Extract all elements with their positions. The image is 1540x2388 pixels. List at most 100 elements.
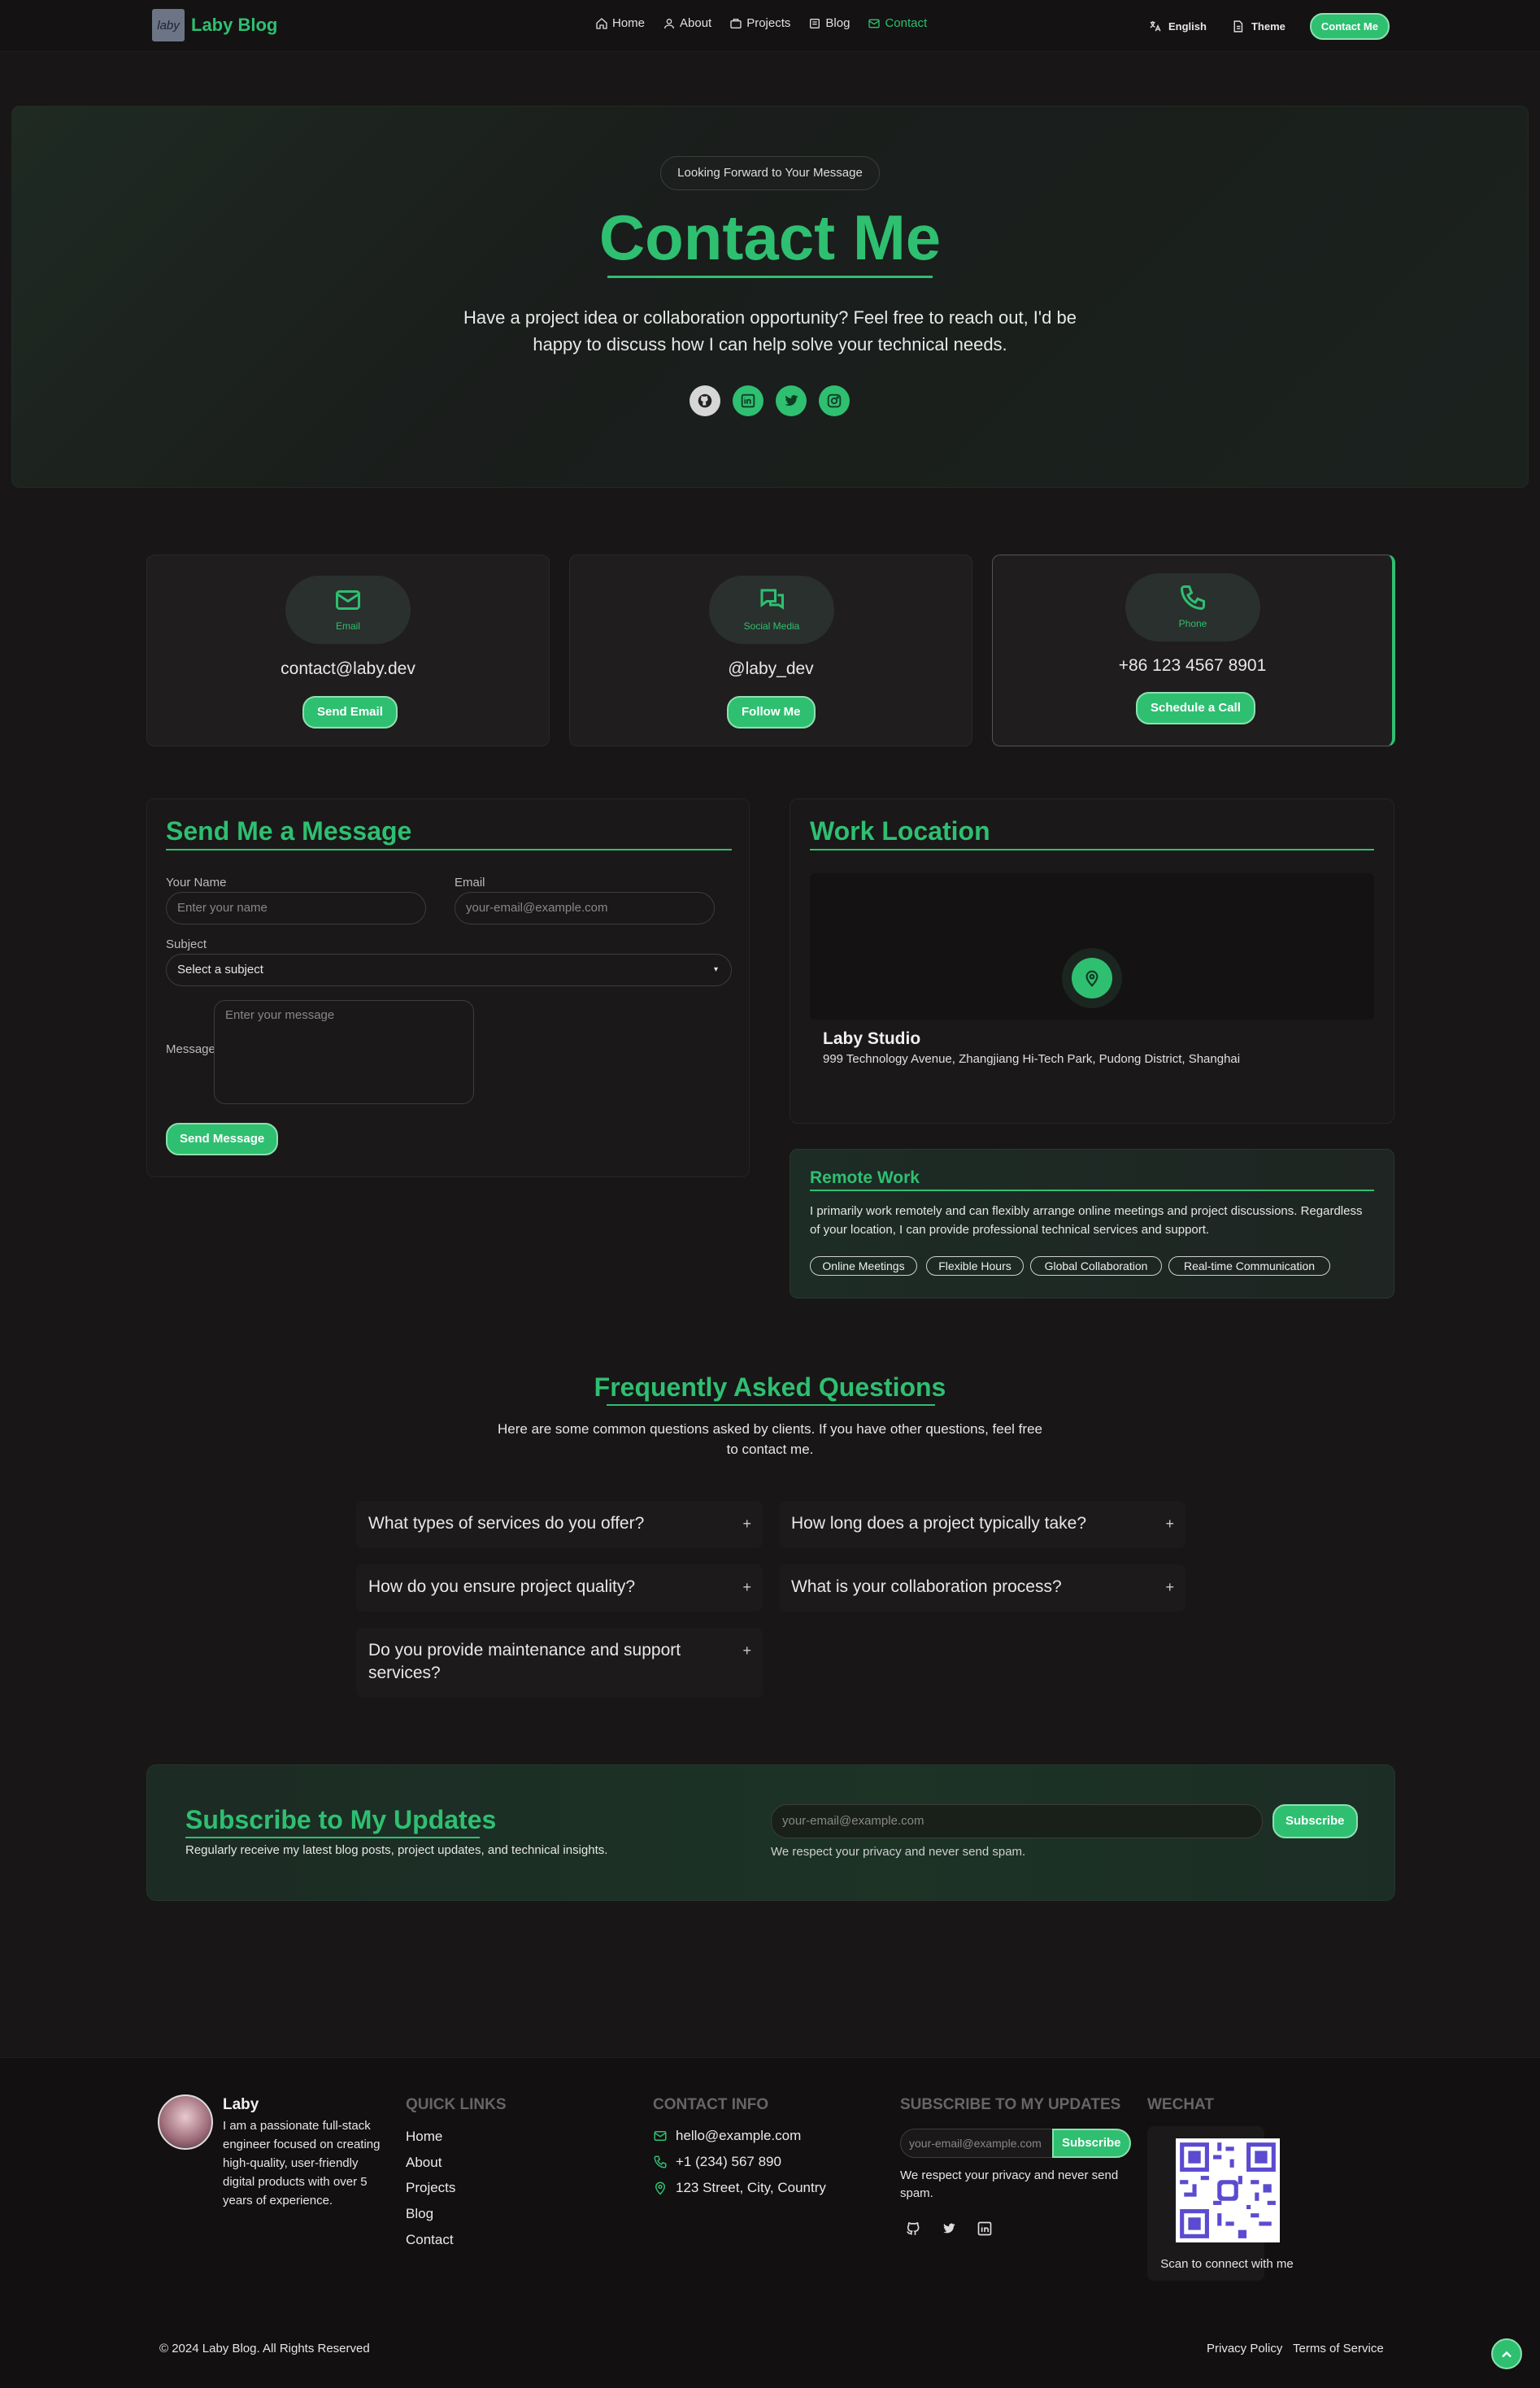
social-card-value: @laby_dev (728, 659, 814, 678)
language-label: English (1168, 20, 1207, 33)
footer-subscribe-input[interactable]: your-email@example.com (900, 2129, 1055, 2158)
wechat-qr-code (1176, 2138, 1280, 2242)
remote-title-underline (810, 1190, 1374, 1191)
footer-email[interactable]: hello@example.com (653, 2128, 801, 2144)
send-email-button[interactable]: Send Email (302, 696, 398, 729)
send-message-button[interactable]: Send Message (166, 1123, 279, 1155)
hero-socials (690, 385, 850, 416)
subject-select-value: Select a subject (177, 963, 263, 977)
message-textarea[interactable]: Enter your message (214, 1000, 474, 1104)
faq-item[interactable]: How long does a project typically take? + (779, 1501, 1185, 1548)
theme-switch[interactable]: Theme (1231, 20, 1286, 33)
faq-question: What is your collaboration process? (791, 1577, 1062, 1596)
subscribe-text: Regularly receive my latest blog posts, … (185, 1843, 608, 1857)
github-icon[interactable] (905, 2221, 921, 2237)
back-to-top-button[interactable] (1491, 2338, 1522, 2369)
contact-form-panel (146, 798, 750, 1177)
subscribe-title-underline (185, 1837, 480, 1838)
location-pin-icon (655, 2181, 666, 2195)
map-pin-icon[interactable] (1072, 958, 1112, 998)
location-title: Work Location (810, 816, 990, 846)
hero-description: Have a project idea or collaboration opp… (463, 307, 1077, 355)
nav-home[interactable]: Home (595, 16, 645, 30)
privacy-link[interactable]: Privacy Policy (1207, 2342, 1282, 2355)
email-input[interactable]: your-email@example.com (455, 892, 715, 924)
footer-email-text: hello@example.com (676, 2128, 802, 2143)
language-switch[interactable]: English (1148, 20, 1207, 33)
nav-contact-label: Contact (885, 16, 928, 30)
faq-item[interactable]: Do you provide maintenance and support s… (356, 1628, 763, 1698)
plus-icon: + (742, 1579, 751, 1595)
chat-bubbles-icon (760, 589, 784, 610)
message-label: Message (166, 1042, 215, 1056)
phone-card: Phone +86 123 4567 8901 Schedule a Call (992, 555, 1395, 746)
chevron-up-icon (1502, 2351, 1512, 2358)
footer-address: 123 Street, City, Country (653, 2180, 826, 2196)
site-logo[interactable]: laby Laby Blog (152, 9, 277, 41)
email-card-label: Email (335, 620, 360, 632)
footer-bio: I am a passionate full-stack engineer fo… (223, 2119, 381, 2207)
follow-me-button[interactable]: Follow Me (727, 696, 816, 729)
contact-info-title: CONTACT INFO (653, 2096, 769, 2113)
contact-me-button[interactable]: Contact Me (1309, 13, 1390, 40)
schedule-call-button[interactable]: Schedule a Call (1136, 692, 1255, 724)
faq-item[interactable]: What types of services do you offer? + (356, 1501, 763, 1548)
location-address: 999 Technology Avenue, Zhangjiang Hi-Tec… (823, 1052, 1241, 1066)
faq-item[interactable]: How do you ensure project quality? + (356, 1564, 763, 1612)
twitter-icon[interactable] (776, 385, 807, 416)
remote-text: I primarily work remotely and can flexib… (810, 1204, 1363, 1237)
form-title: Send Me a Message (166, 816, 412, 846)
linkedin-icon[interactable] (977, 2221, 993, 2237)
mail-icon (868, 19, 881, 28)
title-underline (607, 276, 933, 278)
subject-select[interactable]: Select a subject ▾ (166, 954, 732, 986)
faq-question: How long does a project typically take? (791, 1514, 1087, 1533)
nav-projects[interactable]: Projects (729, 16, 790, 30)
faq-item[interactable]: What is your collaboration process? + (779, 1564, 1185, 1612)
linkedin-icon[interactable] (733, 385, 763, 416)
nav-contact[interactable]: Contact (868, 16, 927, 30)
footer-link-projects[interactable]: Projects (406, 2180, 455, 2196)
phone-card-label: Phone (1178, 618, 1207, 629)
copyright: © 2024 Laby Blog. All Rights Reserved (159, 2342, 370, 2355)
social-card: Social Media @laby_dev Follow Me (569, 555, 972, 746)
social-card-icon-wrap: Social Media (709, 576, 834, 644)
subscribe-email-input[interactable]: your-email@example.com (771, 1804, 1263, 1838)
book-icon (810, 18, 820, 28)
email-card-icon-wrap: Email (285, 576, 411, 644)
instagram-icon[interactable] (819, 385, 850, 416)
quick-links-title: QUICK LINKS (406, 2096, 507, 2113)
nav-blog-label: Blog (825, 16, 850, 30)
subscribe-note: We respect your privacy and never send s… (771, 1845, 1026, 1859)
twitter-icon[interactable] (941, 2221, 957, 2237)
footer-link-about[interactable]: About (406, 2155, 442, 2171)
footer-name: Laby (223, 2096, 259, 2113)
faq-title: Frequently Asked Questions (594, 1372, 946, 1402)
footer-link-home[interactable]: Home (406, 2129, 442, 2145)
nav-about[interactable]: About (663, 16, 711, 30)
github-icon[interactable] (690, 385, 720, 416)
footer-link-blog[interactable]: Blog (406, 2206, 433, 2222)
wechat-title: WECHAT (1147, 2096, 1214, 2113)
terms-link[interactable]: Terms of Service (1293, 2342, 1384, 2355)
chevron-down-icon: ▾ (713, 965, 718, 974)
mail-icon (336, 590, 360, 610)
home-icon (596, 17, 607, 29)
subscribe-button[interactable]: Subscribe (1272, 1804, 1358, 1838)
footer-phone[interactable]: +1 (234) 567 890 (653, 2154, 781, 2170)
nav-blog[interactable]: Blog (808, 16, 850, 30)
tag-online-meetings: Online Meetings (810, 1256, 917, 1276)
location-title-underline (810, 849, 1374, 850)
location-name: Laby Studio (823, 1029, 921, 1048)
name-input[interactable]: Enter your name (166, 892, 426, 924)
footer-subscribe-button[interactable]: Subscribe (1052, 2129, 1131, 2158)
footer-subscribe-title: SUBSCRIBE TO MY UPDATES (900, 2096, 1121, 2113)
phone-icon (654, 2155, 667, 2168)
theme-label: Theme (1251, 20, 1286, 33)
plus-icon: + (1165, 1579, 1174, 1595)
logo-badge: laby (152, 9, 185, 41)
footer-link-contact[interactable]: Contact (406, 2232, 454, 2248)
email-card-value: contact@laby.dev (281, 659, 415, 678)
plus-icon: + (742, 1516, 751, 1532)
mail-icon (654, 2131, 667, 2141)
